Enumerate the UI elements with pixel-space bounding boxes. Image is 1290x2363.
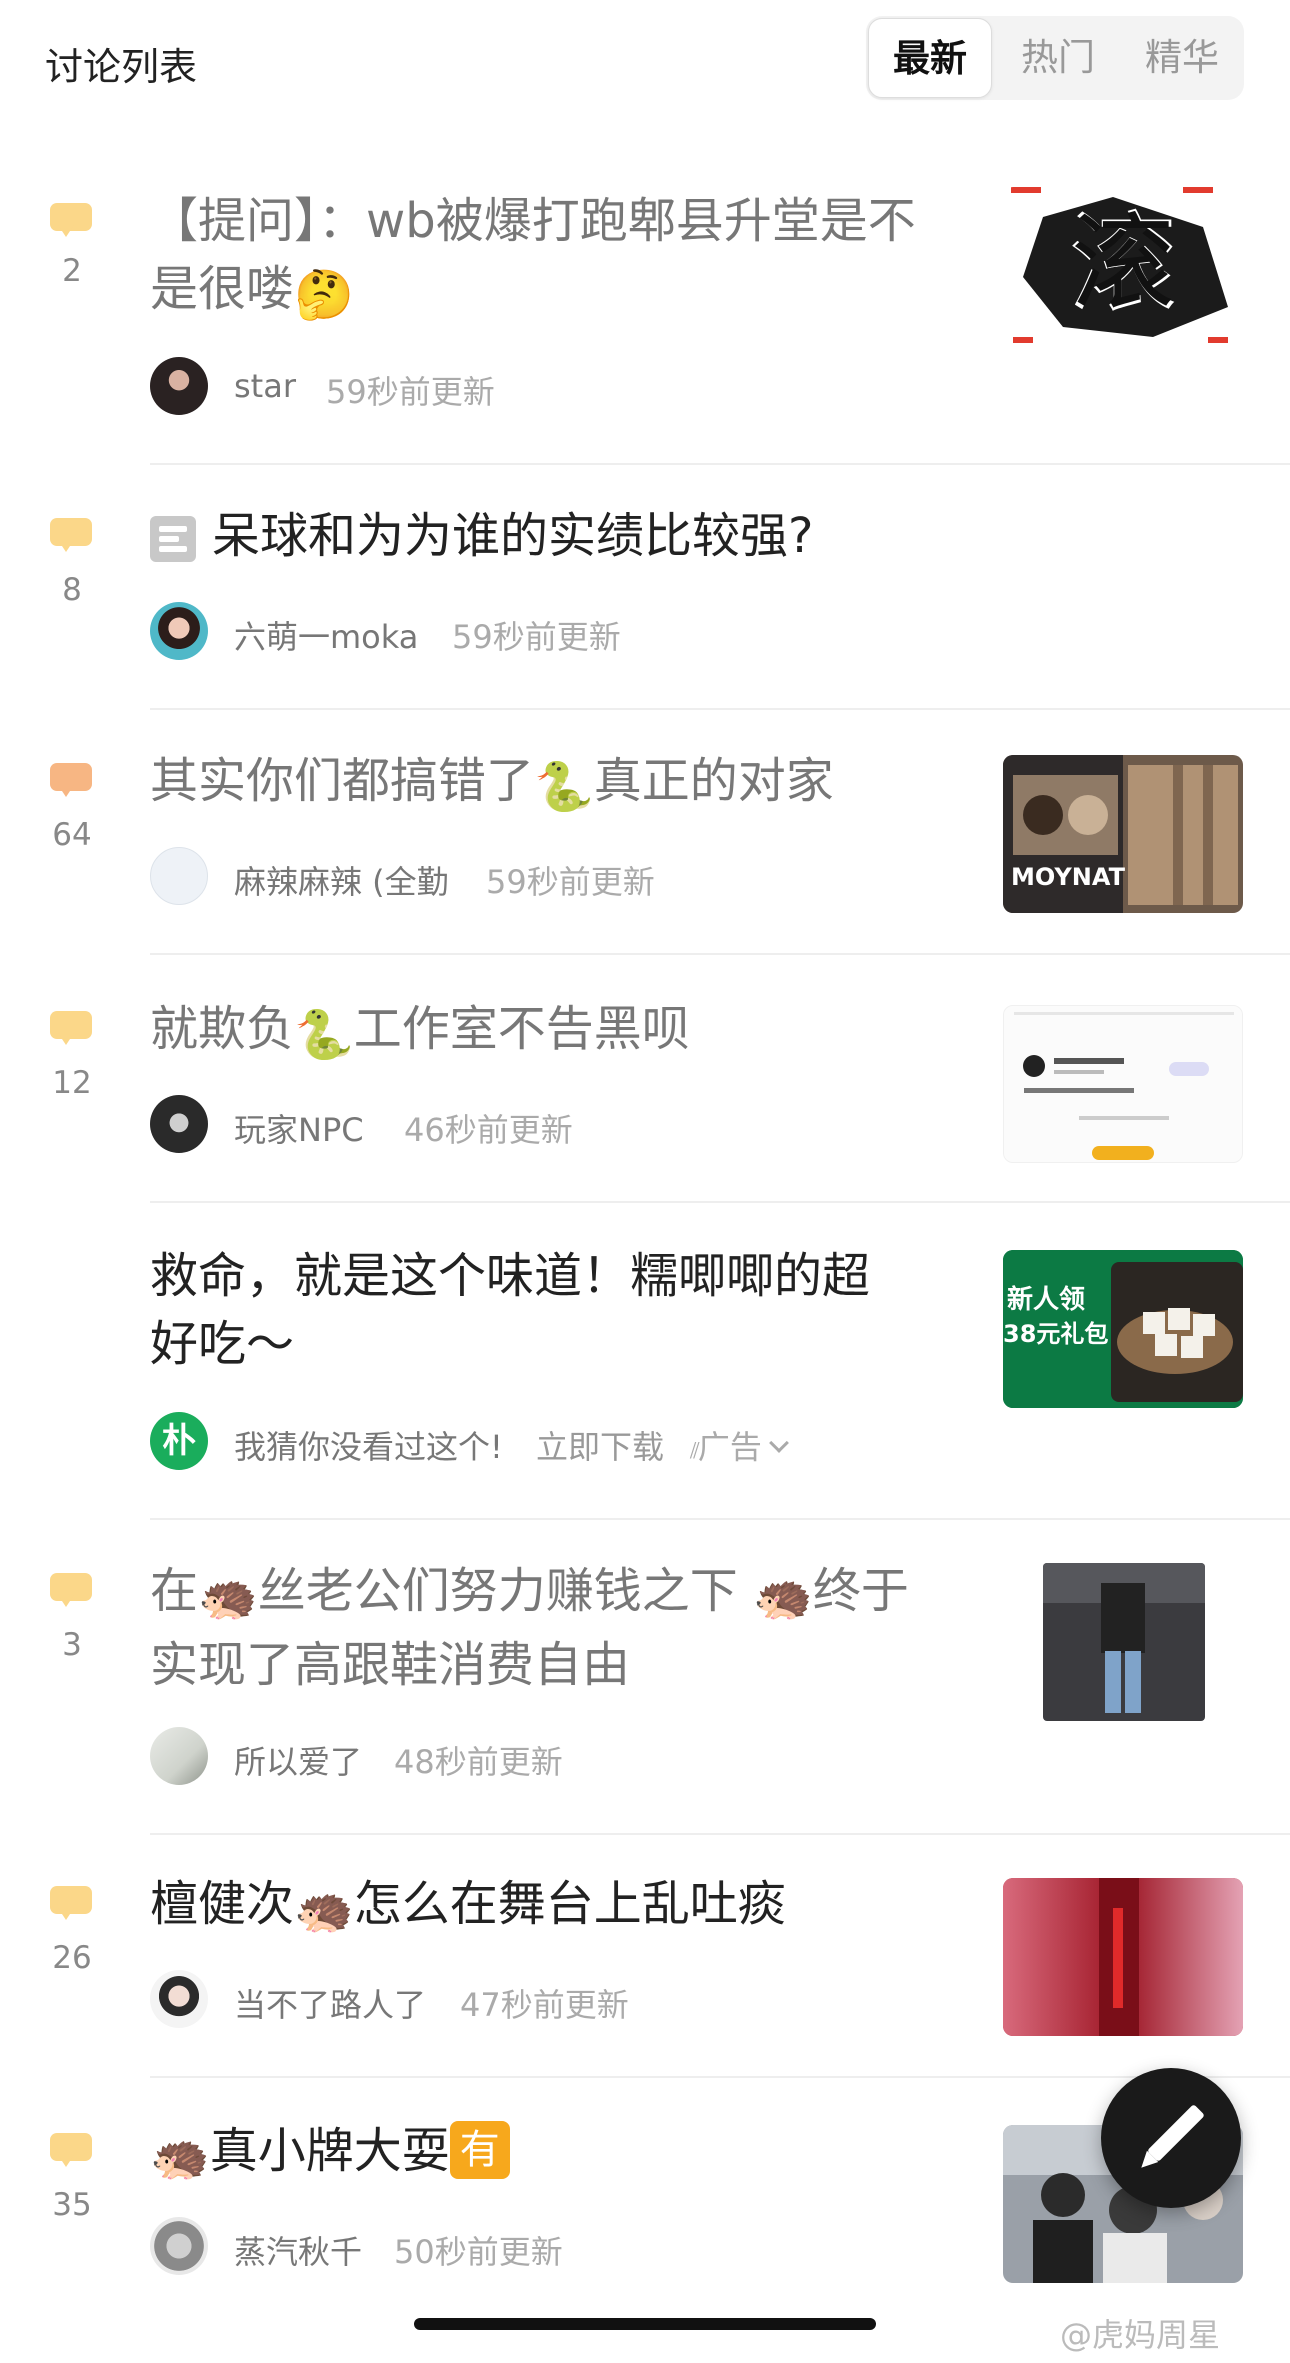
hedgehog-icon: 🦔 <box>294 1882 354 1938</box>
comment-count: 3 <box>62 1627 82 1663</box>
ad-mark-icon: ⫽ <box>690 1439 700 1464</box>
username[interactable]: 当不了路人了 <box>234 1980 426 2026</box>
username[interactable]: star <box>234 367 296 405</box>
avatar[interactable] <box>150 1727 208 1785</box>
thumbnail-brand-text: MOYNAT <box>1011 863 1126 891</box>
page-title: 讨论列表 <box>45 45 198 89</box>
post-item[interactable]: 12 就欺负🐍工作室不告黑呗 玩家NPC 46秒前更新 <box>0 1001 1290 1203</box>
update-time: 59秒前更新 <box>486 863 655 901</box>
comment-icon <box>50 518 92 552</box>
avatar[interactable] <box>150 602 208 660</box>
sort-tabs: 最新 热门 精华 <box>866 16 1244 100</box>
chevron-down-icon <box>768 1433 789 1453</box>
post-thumbnail[interactable] <box>1043 1563 1205 1721</box>
badge-you: 有 <box>449 2121 510 2179</box>
post-item[interactable]: 2 【提问】：wb被爆打跑郫县升堂是不 是很喽🤔 star 59秒前更新 滚 滚 <box>0 187 1290 465</box>
update-time: 48秒前更新 <box>394 1743 563 1781</box>
avatar[interactable] <box>150 1095 208 1153</box>
tab-hot[interactable]: 热门 <box>996 16 1120 100</box>
post-title: 在🦔丝老公们努力赚钱之下 🦔终于 实现了高跟鞋消费自由 <box>150 1563 909 1693</box>
username[interactable]: 麻辣麻辣 (全勤 <box>234 857 449 903</box>
svg-text:滚: 滚 <box>1071 202 1175 324</box>
update-time: 59秒前更新 <box>326 373 495 411</box>
ad-title: 救命，就是这个味道！糯唧唧的超 好吃～ <box>150 1248 871 1372</box>
update-time: 59秒前更新 <box>452 618 621 656</box>
post-thumbnail[interactable] <box>1003 1878 1243 2036</box>
hedgehog-icon: 🦔 <box>753 1569 813 1625</box>
pencil-icon <box>1141 2105 1204 2168</box>
advertiser-logo[interactable]: 朴 <box>150 1412 208 1470</box>
comment-count: 8 <box>62 572 82 608</box>
advertiser-name[interactable]: 我猜你没看过这个! <box>234 1422 503 1468</box>
tab-latest[interactable]: 最新 <box>868 18 992 98</box>
avatar[interactable] <box>150 847 208 905</box>
ad-item[interactable]: 救命，就是这个味道！糯唧唧的超 好吃～ 朴 我猜你没看过这个! 立即下载 ⫽广告… <box>0 1248 1290 1520</box>
post-title: 【提问】：wb被爆打跑郫县升堂是不 是很喽🤔 <box>150 187 970 329</box>
update-time: 50秒前更新 <box>394 2233 563 2271</box>
comment-icon <box>50 763 92 797</box>
watermark: @虎妈周星 <box>1060 2316 1221 2354</box>
avatar[interactable] <box>150 1970 208 2028</box>
post-thumbnail[interactable]: MOYNAT <box>1003 755 1243 913</box>
ad-label[interactable]: ⫽广告 <box>690 1422 789 1468</box>
document-icon <box>150 516 196 562</box>
ad-thumb-line2: 38元礼包 <box>1003 1320 1108 1348</box>
comment-count: 35 <box>52 2187 92 2223</box>
username[interactable]: 所以爱了 <box>234 1737 362 1783</box>
divider <box>150 953 1290 955</box>
comment-icon <box>50 1011 92 1045</box>
post-title: 檀健次🦔怎么在舞台上乱吐痰 <box>150 1870 786 1944</box>
username[interactable]: 蒸汽秋千 <box>234 2227 362 2273</box>
post-item[interactable]: 3 在🦔丝老公们努力赚钱之下 🦔终于 实现了高跟鞋消费自由 所以爱了 48秒前更… <box>0 1563 1290 1835</box>
comment-icon <box>50 203 92 237</box>
comment-icon <box>50 2133 92 2167</box>
divider <box>150 1201 1290 1203</box>
thinking-face-icon: 🤔 <box>294 267 354 323</box>
ad-thumbnail[interactable]: 新人领 38元礼包 <box>1003 1250 1243 1408</box>
comment-icon <box>50 1573 92 1607</box>
download-link[interactable]: 立即下载 <box>536 1422 664 1468</box>
tab-featured[interactable]: 精华 <box>1120 16 1244 100</box>
compose-button[interactable] <box>1101 2068 1241 2208</box>
post-item[interactable]: 26 檀健次🦔怎么在舞台上乱吐痰 当不了路人了 47秒前更新 <box>0 1876 1290 2078</box>
header: 讨论列表 最新 热门 精华 <box>0 0 1290 130</box>
comment-count: 64 <box>52 817 92 853</box>
comment-count: 26 <box>52 1940 92 1976</box>
divider <box>150 463 1290 465</box>
post-title: 呆球和为为谁的实绩比较强? <box>212 508 814 564</box>
divider <box>150 708 1290 710</box>
divider <box>150 1518 1290 1520</box>
comment-icon <box>50 1886 92 1920</box>
post-item[interactable]: 8 呆球和为为谁的实绩比较强? 六萌一moka 59秒前更新 <box>0 508 1290 710</box>
ad-thumb-line1: 新人领 <box>1007 1284 1085 1315</box>
update-time: 47秒前更新 <box>460 1986 629 2024</box>
post-title: 就欺负🐍工作室不告黑呗 <box>150 995 690 1069</box>
comment-count: 2 <box>62 253 82 289</box>
post-item[interactable]: 64 其实你们都搞错了🐍真正的对家 麻辣麻辣 (全勤 59秒前更新 MOYNAT <box>0 753 1290 955</box>
username[interactable]: 玩家NPC <box>234 1105 364 1151</box>
avatar[interactable] <box>150 2217 208 2275</box>
snake-icon: 🐍 <box>294 1007 354 1063</box>
comment-count: 12 <box>52 1065 92 1101</box>
snake-icon: 🐍 <box>534 759 594 815</box>
hedgehog-icon: 🦔 <box>150 2129 210 2185</box>
update-time: 46秒前更新 <box>404 1111 573 1149</box>
divider <box>150 1833 1290 1835</box>
post-thumbnail[interactable]: 滚 滚 <box>1003 187 1243 345</box>
post-title: 其实你们都搞错了🐍真正的对家 <box>150 747 834 821</box>
post-thumbnail[interactable] <box>1003 1005 1243 1163</box>
username[interactable]: 六萌一moka <box>234 612 418 658</box>
avatar[interactable] <box>150 357 208 415</box>
post-title: 🦔真小牌大耍有 <box>150 2117 510 2191</box>
hedgehog-icon: 🦔 <box>198 1569 258 1625</box>
post-item[interactable]: 35 🦔真小牌大耍有 蒸汽秋千 50秒前更新 <box>0 2121 1290 2335</box>
home-indicator[interactable] <box>414 2318 876 2330</box>
